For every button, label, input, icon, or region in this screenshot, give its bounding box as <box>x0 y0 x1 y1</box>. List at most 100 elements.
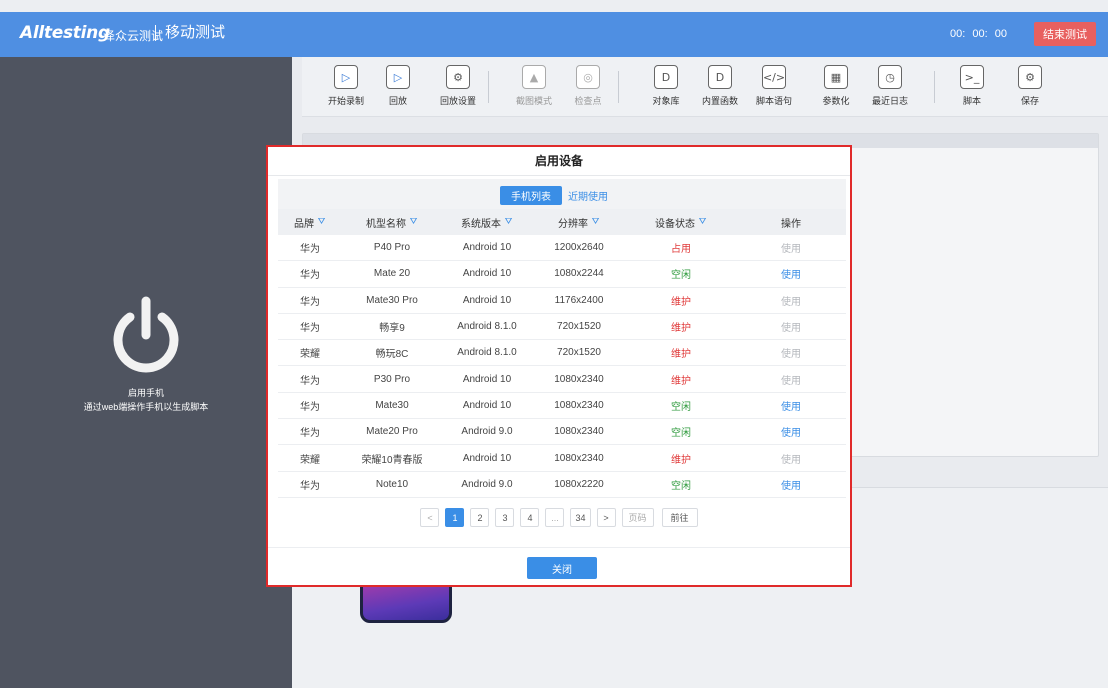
toolbar-button-screenshot[interactable]: ▲ 截图模式 <box>510 65 558 113</box>
toolbar-label: 对象库 <box>652 96 680 106</box>
filter-icon[interactable]: ⛛ <box>317 217 326 227</box>
parameterize-icon: ▦ <box>824 65 848 89</box>
toolbar-button-object-library[interactable]: D 对象库 <box>642 65 690 113</box>
toolbar-label: 截图模式 <box>515 96 552 106</box>
left-panel: 启用手机 通过web端操作手机以生成脚本 <box>0 57 292 688</box>
cell-action[interactable]: 使用 <box>736 477 846 492</box>
cell-status: 维护 <box>671 375 691 387</box>
tab-phone-list[interactable]: 手机列表 <box>500 186 562 205</box>
toolbar-button-builtin-function[interactable]: D 内置函数 <box>696 65 744 113</box>
toolbar-label: 回放 <box>388 96 407 106</box>
enable-device-dialog: 启用设备 手机列表 近期使用 品牌 ⛛ 机型名称 ⛛ 系统版本 ⛛ 分辨率 ⛛ 设备状态… <box>266 145 852 587</box>
go-to-page-button[interactable]: 前往 <box>661 508 698 527</box>
filter-icon[interactable]: ⛛ <box>504 217 513 227</box>
cell-model: Mate20 Pro <box>366 426 418 438</box>
column-status: 设备状态 ⛛ <box>626 215 736 230</box>
cell-action[interactable]: 使用 <box>736 293 846 308</box>
end-test-button[interactable]: 结束测试 <box>1034 22 1096 46</box>
table-row: 华为 畅享9 Android 8.1.0 720x1520 维护 使用 <box>278 314 846 341</box>
enable-phone-desc: 通过web端操作手机以生成脚本 <box>83 402 209 412</box>
toolbar-button-checkpoint[interactable]: ◎ 检查点 <box>564 65 612 113</box>
cell-action[interactable]: 使用 <box>736 451 846 466</box>
table-row: 华为 Mate 20 Android 10 1080x2244 空闲 使用 <box>278 261 846 288</box>
toolbar-button-recent-log[interactable]: ◷ 最近日志 <box>866 65 914 113</box>
toolbar-button-playback[interactable]: ▷ 回放 <box>374 65 422 113</box>
toolbar-button-script-statement[interactable]: </> 脚本语句 <box>750 65 798 113</box>
page-button[interactable]: 1 <box>445 508 465 527</box>
cell-status: 维护 <box>671 454 691 466</box>
toolbar-button-save[interactable]: ⚙ 保存 <box>1006 65 1054 113</box>
dialog-title: 启用设备 <box>534 154 583 168</box>
cell-brand: 荣耀 <box>300 349 320 361</box>
cell-os-version: Android 10 <box>462 452 512 464</box>
page-ellipsis[interactable]: ... <box>545 508 565 527</box>
column-label: 设备状态 <box>655 218 695 230</box>
cell-model: Note10 <box>375 478 409 490</box>
filter-icon[interactable]: ⛛ <box>591 217 600 227</box>
cell-brand: 华为 <box>300 401 320 413</box>
cell-action[interactable]: 使用 <box>736 240 846 255</box>
filter-icon[interactable]: ⛛ <box>409 217 418 227</box>
cell-brand: 华为 <box>300 375 320 387</box>
cell-status: 维护 <box>671 323 691 335</box>
power-icon[interactable] <box>110 295 182 375</box>
cell-model: Mate30 Pro <box>366 294 418 306</box>
page-number-input[interactable]: 页码 <box>621 508 654 527</box>
cell-action[interactable]: 使用 <box>736 345 846 360</box>
next-page-button[interactable]: > <box>596 508 616 527</box>
script-icon: >_ <box>960 65 984 89</box>
cell-brand: 荣耀 <box>300 454 320 466</box>
cell-os-version: Android 10 <box>462 294 512 306</box>
cell-brand: 华为 <box>300 323 320 335</box>
record-icon: ▷ <box>334 65 358 89</box>
cell-action[interactable]: 使用 <box>736 319 846 334</box>
cell-resolution: 720x1520 <box>557 321 601 333</box>
cell-resolution: 1176x2400 <box>554 294 604 306</box>
prev-page-button[interactable]: < <box>420 508 440 527</box>
cell-status: 空闲 <box>671 401 691 413</box>
cell-action[interactable]: 使用 <box>736 424 846 439</box>
table-row: 华为 Mate30 Android 10 1080x2340 空闲 使用 <box>278 393 846 420</box>
tab-recent-use[interactable]: 近期使用 <box>568 186 608 205</box>
page-button[interactable]: 4 <box>520 508 540 527</box>
script-statement-icon: </> <box>762 65 786 89</box>
cell-action[interactable]: 使用 <box>736 398 846 413</box>
cell-os-version: Android 8.1.0 <box>457 321 517 333</box>
page-title: 移动测试 <box>155 25 225 41</box>
cell-status: 空闲 <box>671 480 691 492</box>
column-label: 机型名称 <box>366 218 406 230</box>
filter-icon[interactable]: ⛛ <box>698 217 707 227</box>
cell-action[interactable]: 使用 <box>736 266 846 281</box>
cell-model: 畅享9 <box>379 323 405 335</box>
cell-action[interactable]: 使用 <box>736 372 846 387</box>
cell-resolution: 1080x2340 <box>554 426 604 438</box>
toolbar-label: 内置函数 <box>701 96 738 106</box>
tab-bar: 手机列表 近期使用 <box>278 179 846 209</box>
divider <box>268 175 850 176</box>
toolbar-button-record[interactable]: ▷ 开始录制 <box>322 65 370 113</box>
page-button[interactable]: 2 <box>470 508 490 527</box>
toolbar-label: 脚本 <box>962 96 981 106</box>
top-bar: Alltesting 泽众云测试 移动测试 00: 00: 00 结束测试 <box>0 12 1108 57</box>
toolbar-button-parameterize[interactable]: ▦ 参数化 <box>812 65 860 113</box>
cell-resolution: 1080x2340 <box>554 452 604 464</box>
cell-resolution: 1080x2340 <box>554 373 604 385</box>
page-button[interactable]: 34 <box>570 508 591 527</box>
column-action: 操作 <box>736 215 846 230</box>
column-label: 分辨率 <box>558 218 588 230</box>
cell-brand: 华为 <box>300 480 320 492</box>
toolbar-button-script[interactable]: >_ 脚本 <box>948 65 996 113</box>
toolbar-button-settings[interactable]: ⚙ 回放设置 <box>434 65 482 113</box>
brand-subtitle: 泽众云测试 <box>103 29 164 43</box>
cell-model: 荣耀10青春版 <box>361 454 423 466</box>
close-button[interactable]: 关闭 <box>527 557 597 579</box>
cell-brand: 华为 <box>300 244 320 256</box>
toolbar-label: 最近日志 <box>871 96 908 106</box>
cell-model: Mate30 <box>375 399 409 411</box>
cell-os-version: Android 9.0 <box>461 478 513 490</box>
screenshot-icon: ▲ <box>522 65 546 89</box>
page-button[interactable]: 3 <box>495 508 515 527</box>
toolbar-label: 回放设置 <box>439 96 476 106</box>
toolbar-separator <box>934 71 935 103</box>
object-library-icon: D <box>654 65 678 89</box>
